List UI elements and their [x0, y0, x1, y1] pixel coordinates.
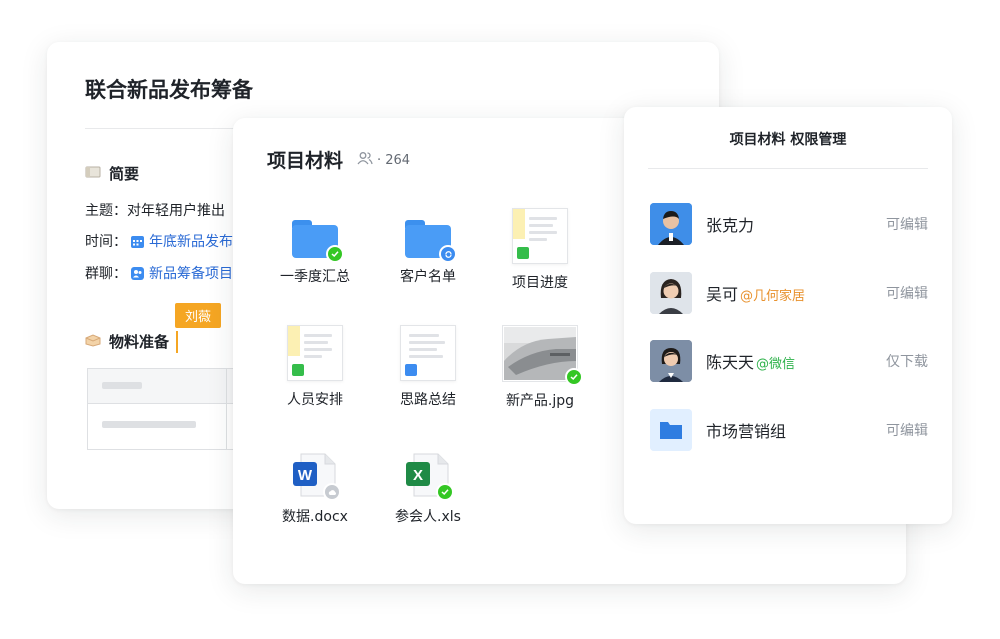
- check-badge-icon: [436, 483, 454, 501]
- check-badge-icon: [326, 245, 344, 263]
- table-header-row: [88, 369, 248, 404]
- file-item[interactable]: 客户名单: [373, 220, 483, 286]
- file-name: 人员安排: [287, 392, 343, 408]
- calendar-icon: [129, 233, 145, 249]
- avatar: [650, 340, 692, 382]
- file-item[interactable]: 新产品.jpg: [485, 325, 595, 410]
- collaborator-cursor-label: 刘薇: [175, 303, 222, 328]
- file-name: 客户名单: [400, 269, 456, 285]
- permission-row[interactable]: 吴可 @几何家居 可编辑: [650, 272, 928, 314]
- permission-name: 张克力: [706, 216, 755, 235]
- folder-icon: [292, 220, 344, 263]
- file-name: 思路总结: [400, 392, 456, 408]
- permission-role[interactable]: 可编辑: [886, 420, 928, 440]
- time-line: 时间： 年底新品发布: [85, 231, 233, 251]
- permission-title: 项目材料 权限管理: [729, 132, 847, 148]
- text-doc-icon: [400, 325, 456, 381]
- file-item[interactable]: X 参会人.xls: [373, 452, 483, 526]
- excel-icon: X: [404, 452, 454, 501]
- collaborator-cursor: [176, 331, 178, 353]
- svg-text:W: W: [298, 467, 313, 484]
- avatar: [650, 203, 692, 245]
- check-badge-icon: [565, 368, 583, 386]
- document-title: 联合新品发布筹备: [85, 78, 253, 102]
- folder-icon: [650, 409, 692, 451]
- member-count[interactable]: · 264: [357, 151, 410, 169]
- file-item[interactable]: 人员安排: [260, 325, 370, 409]
- files-title: 项目材料: [267, 150, 344, 172]
- permission-row[interactable]: 陈天天 @微信 仅下载: [650, 340, 928, 382]
- topic-line: 主题： 对年轻用户推出: [85, 200, 225, 220]
- permission-role[interactable]: 可编辑: [886, 214, 928, 234]
- members-icon: [357, 151, 373, 169]
- file-name: 一季度汇总: [280, 269, 350, 285]
- note-icon: [85, 165, 101, 183]
- group-line: 群聊： 新品筹备项目: [85, 263, 233, 283]
- permission-row[interactable]: 张克力 可编辑: [650, 203, 928, 245]
- file-item[interactable]: W 数据.docx: [260, 452, 370, 526]
- org-tag: @几何家居: [740, 289, 806, 304]
- permission-row[interactable]: 市场营销组 可编辑: [650, 409, 928, 451]
- group-link[interactable]: 新品筹备项目: [149, 263, 233, 283]
- cloud-badge-icon: [323, 483, 341, 501]
- permission-name: 市场营销组: [706, 422, 787, 441]
- file-name: 项目进度: [512, 275, 568, 291]
- materials-table[interactable]: [87, 368, 249, 450]
- permission-name: 陈天天 @微信: [706, 353, 796, 372]
- file-name: 参会人.xls: [395, 509, 461, 525]
- permission-card: 项目材料 权限管理 张克力 可编辑 吴可 @几何家居 可编辑 陈天天 @微信 仅…: [624, 107, 952, 524]
- topic-value: 对年轻用户推出: [127, 203, 225, 219]
- box-icon: [85, 333, 101, 351]
- image-thumbnail-icon: [502, 325, 583, 386]
- sheet-doc-icon: [287, 325, 343, 381]
- file-name: 数据.docx: [282, 509, 348, 525]
- permission-role[interactable]: 仅下载: [886, 351, 928, 371]
- time-link[interactable]: 年底新品发布: [149, 231, 233, 251]
- file-item[interactable]: 思路总结: [373, 325, 483, 409]
- folder-icon: [405, 220, 457, 263]
- avatar: [650, 409, 692, 451]
- sync-badge-icon: [439, 245, 457, 263]
- word-icon: W: [291, 452, 341, 501]
- avatar: [650, 272, 692, 314]
- permission-role[interactable]: 可编辑: [886, 283, 928, 303]
- table-row: [102, 421, 196, 428]
- file-item[interactable]: 一季度汇总: [260, 220, 370, 286]
- file-item[interactable]: 项目进度: [485, 208, 595, 292]
- materials-heading: 物料准备: [85, 331, 169, 352]
- svg-text:X: X: [413, 467, 423, 484]
- org-tag: @微信: [756, 357, 796, 372]
- permission-divider: [648, 168, 928, 169]
- group-chat-icon: [129, 265, 145, 281]
- summary-heading: 简要: [85, 163, 139, 184]
- file-name: 新产品.jpg: [505, 393, 575, 409]
- permission-name: 吴可 @几何家居: [706, 285, 806, 304]
- sheet-doc-icon: [512, 208, 568, 264]
